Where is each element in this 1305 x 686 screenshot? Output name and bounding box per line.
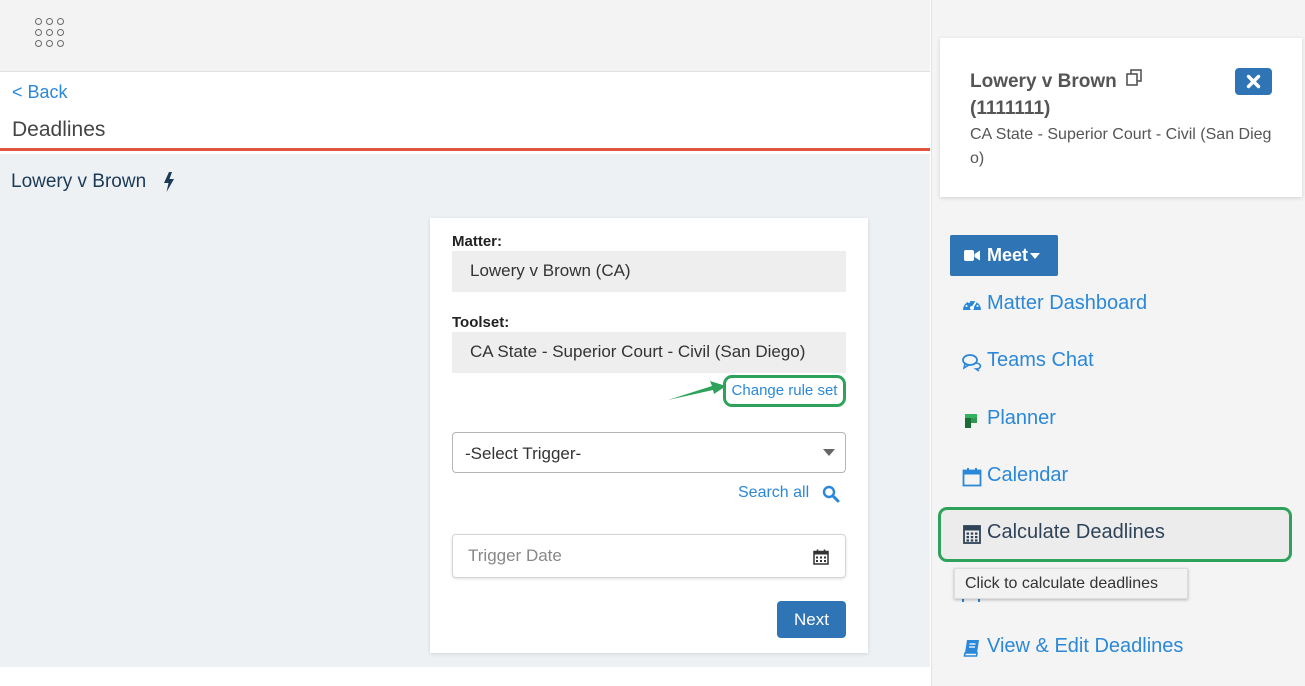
chevron-down-icon xyxy=(1030,253,1040,259)
calendar-icon xyxy=(962,468,982,487)
page-title: Deadlines xyxy=(12,118,106,141)
toolset-label: Toolset: xyxy=(452,314,510,331)
matter-card: Lowery v Brown (1111111) CA State - Supe… xyxy=(940,38,1302,197)
content-area: Lowery v Brown Matter: Lowery v Brown (C… xyxy=(0,154,930,667)
top-bar xyxy=(0,0,930,72)
close-icon xyxy=(1246,74,1261,89)
nav-label: Calendar xyxy=(987,464,1069,486)
copy-icon[interactable] xyxy=(1124,68,1144,88)
matter-card-number: (1111111) xyxy=(970,98,1051,119)
deadline-form-card: Matter: Lowery v Brown (CA) Toolset: CA … xyxy=(430,218,868,653)
planner-icon xyxy=(965,414,977,428)
nav-label: Matter Dashboard xyxy=(987,292,1148,314)
matter-card-title: Lowery v Brown xyxy=(970,71,1117,92)
matter-field: Lowery v Brown (CA) xyxy=(452,251,846,292)
back-link[interactable]: < Back xyxy=(12,82,68,103)
nav-label: View & Edit Deadlines xyxy=(987,635,1184,657)
tooltip: Click to calculate deadlines xyxy=(954,568,1188,599)
matter-card-court: CA State - Superior Court - Civil (San D… xyxy=(970,126,1272,167)
matter-heading: Lowery v Brown xyxy=(11,171,147,192)
calculator-icon xyxy=(963,525,981,544)
chevron-down-icon xyxy=(823,449,835,456)
search-icon[interactable] xyxy=(822,485,840,503)
change-rule-set-link[interactable]: Change rule set xyxy=(723,375,846,407)
meet-label: Meet xyxy=(987,245,1029,265)
trigger-select[interactable]: -Select Trigger- xyxy=(452,432,846,473)
calendar-icon[interactable] xyxy=(813,549,829,565)
nav-label: Planner xyxy=(987,407,1056,429)
next-button[interactable]: Next xyxy=(777,601,846,638)
page-header: < Back Deadlines xyxy=(0,73,930,151)
app-launcher-icon[interactable] xyxy=(35,18,65,48)
matter-sidebar: Lowery v Brown (1111111) CA State - Supe… xyxy=(931,0,1305,686)
close-button[interactable] xyxy=(1235,68,1272,95)
dashboard-icon xyxy=(963,301,981,310)
main-pane: < Back Deadlines Lowery v Brown Matter: … xyxy=(0,0,930,686)
toolset-field: CA State - Superior Court - Civil (San D… xyxy=(452,332,846,373)
bolt-icon xyxy=(164,172,174,192)
chat-icon xyxy=(962,354,982,372)
trigger-select-value: -Select Trigger- xyxy=(465,444,582,463)
meet-button[interactable]: Meet xyxy=(950,235,1058,276)
trigger-date-field[interactable] xyxy=(452,534,846,578)
nav-label: Calculate Deadlines xyxy=(987,521,1165,543)
trigger-date-input[interactable] xyxy=(453,535,803,577)
search-all-link[interactable]: Search all xyxy=(738,484,809,502)
nav-label: Teams Chat xyxy=(987,349,1094,371)
book-icon xyxy=(963,640,979,657)
footer-strip xyxy=(0,667,930,686)
video-camera-icon xyxy=(964,250,980,261)
annotation-arrow xyxy=(668,381,726,400)
matter-label: Matter: xyxy=(452,233,503,250)
